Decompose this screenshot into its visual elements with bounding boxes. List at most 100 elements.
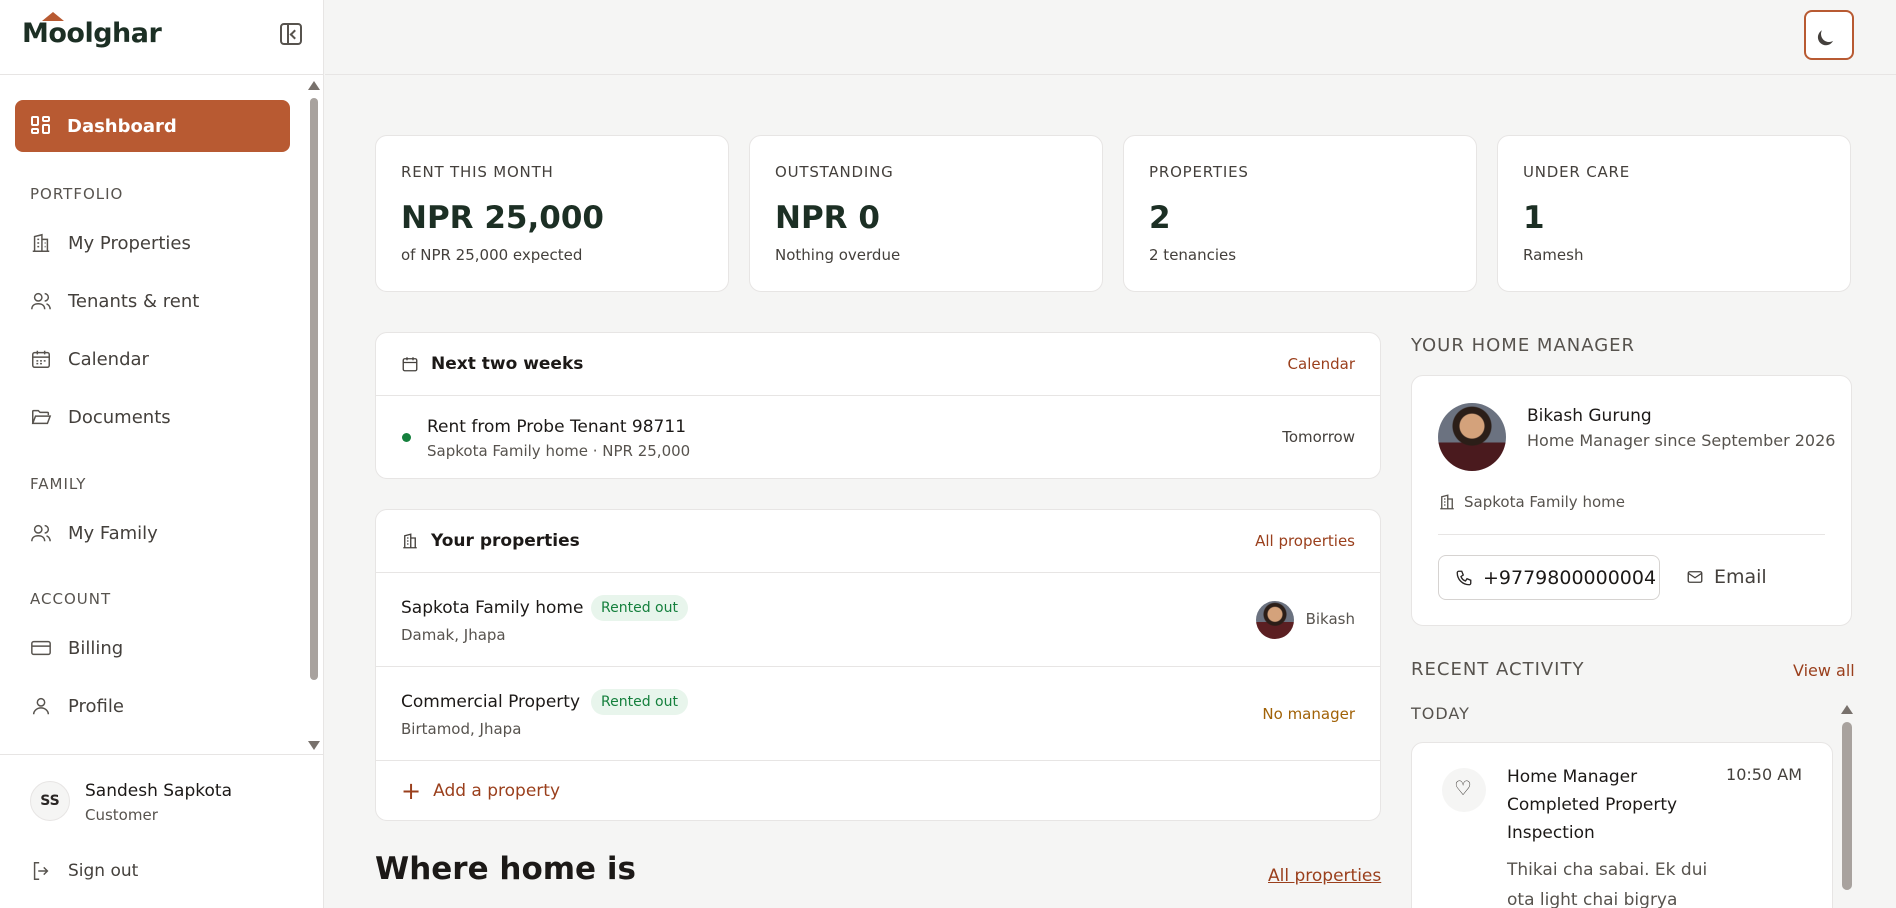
stat-card-rent: RENT THIS MONTH NPR 25,000 of NPR 25,000… bbox=[375, 135, 729, 292]
phone-number: +9779800000004 bbox=[1483, 566, 1657, 589]
sidebar-item-label: Documents bbox=[68, 406, 171, 428]
plus-icon: + bbox=[401, 777, 422, 805]
app-logo[interactable]: Moolghar bbox=[22, 12, 162, 49]
sidebar-item-documents[interactable]: Documents bbox=[30, 402, 171, 432]
sidebar-item-dashboard[interactable]: Dashboard bbox=[15, 100, 290, 152]
building-icon bbox=[403, 533, 417, 549]
user-box: SS Sandesh Sapkota Customer Sign out bbox=[0, 754, 323, 908]
add-property-button[interactable]: + Add a property bbox=[401, 778, 560, 804]
logo-bar: Moolghar bbox=[0, 0, 323, 75]
sidebar-scrollbar[interactable] bbox=[310, 98, 318, 680]
activity-body: Thikai cha sabai. Ek dui ota light chai … bbox=[1507, 855, 1707, 908]
stat-sub: Ramesh bbox=[1523, 246, 1584, 264]
all-properties-link[interactable]: All properties bbox=[1255, 532, 1355, 550]
user-icon bbox=[32, 697, 50, 715]
manager-since: Home Manager since September 2026 bbox=[1527, 431, 1836, 450]
folder-icon bbox=[31, 409, 52, 425]
activity-title: Home Manager Completed Property Inspecti… bbox=[1507, 763, 1677, 847]
calendar-icon bbox=[402, 357, 418, 372]
activity-scrollbar[interactable] bbox=[1842, 722, 1852, 890]
stat-value: NPR 0 bbox=[775, 200, 880, 236]
sign-out-label: Sign out bbox=[68, 861, 139, 881]
sidebar-item-profile[interactable]: Profile bbox=[30, 691, 124, 721]
activity-time: 10:50 AM bbox=[1726, 765, 1802, 784]
user-name: Sandesh Sapkota bbox=[85, 781, 232, 801]
properties-panel: Your properties All properties Sapkota F… bbox=[375, 509, 1381, 821]
where-home-all-properties-link[interactable]: All properties bbox=[1268, 866, 1381, 886]
properties-panel-header: Your properties All properties bbox=[376, 510, 1380, 573]
call-button[interactable]: +9779800000004 bbox=[1438, 555, 1660, 600]
activity-body-line: ota light chai bigrya bbox=[1507, 890, 1678, 908]
property-manager: No manager bbox=[1262, 705, 1355, 723]
theme-toggle-moon-icon[interactable] bbox=[1804, 10, 1854, 60]
sidebar-item-label: My Family bbox=[68, 522, 158, 544]
calendar-icon bbox=[32, 350, 50, 368]
scroll-down-arrow-icon[interactable] bbox=[308, 741, 320, 750]
activity-item[interactable]: Home Manager Completed Property Inspecti… bbox=[1411, 742, 1833, 908]
user-role: Customer bbox=[85, 806, 158, 824]
section-label-account: ACCOUNT bbox=[30, 590, 112, 608]
scroll-up-arrow-icon[interactable] bbox=[308, 81, 320, 90]
stat-value: 1 bbox=[1523, 200, 1545, 236]
email-button[interactable]: Email bbox=[1686, 566, 1767, 588]
sidebar-item-calendar[interactable]: Calendar bbox=[30, 344, 149, 374]
sidebar-item-label: My Properties bbox=[68, 232, 191, 254]
manager-name: Bikash Gurung bbox=[1527, 406, 1652, 426]
calendar-link[interactable]: Calendar bbox=[1288, 355, 1355, 373]
stat-card-properties: PROPERTIES 2 2 tenancies bbox=[1123, 135, 1477, 292]
stat-sub: of NPR 25,000 expected bbox=[401, 246, 583, 264]
building-icon bbox=[32, 233, 50, 252]
dashboard-icon bbox=[31, 116, 51, 136]
section-label-portfolio: PORTFOLIO bbox=[30, 185, 124, 203]
avatar[interactable]: SS bbox=[30, 781, 70, 821]
stat-label: UNDER CARE bbox=[1523, 163, 1631, 181]
sidebar-item-label: Profile bbox=[68, 695, 124, 717]
email-label: Email bbox=[1714, 566, 1767, 588]
recent-activity-title: RECENT ACTIVITY bbox=[1411, 659, 1585, 680]
sidebar-item-my-family[interactable]: My Family bbox=[30, 518, 158, 548]
sign-out-icon bbox=[33, 862, 49, 880]
activity-title-line: Completed Property bbox=[1507, 795, 1678, 815]
stat-label: PROPERTIES bbox=[1149, 163, 1249, 181]
credit-card-icon bbox=[31, 640, 51, 656]
scroll-up-arrow-icon[interactable] bbox=[1841, 705, 1853, 714]
logo-roof-icon bbox=[42, 12, 64, 21]
status-badge: Rented out bbox=[591, 689, 688, 715]
manager-property: Sapkota Family home bbox=[1464, 493, 1625, 511]
upcoming-panel: Next two weeks Calendar Rent from Probe … bbox=[375, 332, 1381, 479]
stat-card-outstanding: OUTSTANDING NPR 0 Nothing overdue bbox=[749, 135, 1103, 292]
sidebar-item-label: Calendar bbox=[68, 348, 149, 370]
top-bar bbox=[325, 0, 1896, 75]
view-all-link[interactable]: View all bbox=[1793, 661, 1855, 680]
section-label-family: FAMILY bbox=[30, 475, 87, 493]
sign-out-button[interactable]: Sign out bbox=[30, 857, 138, 885]
sidebar-item-my-properties[interactable]: My Properties bbox=[30, 228, 191, 258]
sidebar-item-label: Tenants & rent bbox=[68, 290, 200, 312]
activity-title-line: Inspection bbox=[1507, 823, 1595, 843]
property-location: Damak, Jhapa bbox=[401, 626, 506, 644]
stat-sub: Nothing overdue bbox=[775, 246, 901, 264]
sidebar-item-label: Dashboard bbox=[67, 115, 177, 137]
upcoming-item-sub: Sapkota Family home · NPR 25,000 bbox=[427, 442, 691, 460]
where-home-heading: Where home is bbox=[375, 851, 636, 887]
building-icon bbox=[1440, 494, 1454, 510]
stat-label: OUTSTANDING bbox=[775, 163, 894, 181]
upcoming-item-when: Tomorrow bbox=[1282, 428, 1355, 446]
stat-card-under-care: UNDER CARE 1 Ramesh bbox=[1497, 135, 1851, 292]
property-name: Commercial Property bbox=[401, 692, 581, 712]
upcoming-title: Next two weeks bbox=[431, 354, 584, 374]
phone-icon bbox=[1456, 570, 1472, 586]
stat-value: 2 bbox=[1149, 200, 1171, 236]
sidebar-item-billing[interactable]: Billing bbox=[30, 633, 123, 663]
upcoming-item-title: Rent from Probe Tenant 98711 bbox=[427, 417, 687, 437]
mail-icon bbox=[1687, 571, 1703, 583]
property-name: Sapkota Family home bbox=[401, 598, 584, 618]
property-manager: Bikash bbox=[1305, 610, 1355, 628]
sidebar: Moolghar Dashboard PORTFOLIO My Properti… bbox=[0, 0, 324, 908]
divider bbox=[376, 760, 1380, 761]
collapse-sidebar-icon[interactable] bbox=[280, 23, 302, 45]
users-icon bbox=[31, 292, 51, 310]
sidebar-item-tenants[interactable]: Tenants & rent bbox=[30, 286, 199, 316]
add-property-label: Add a property bbox=[433, 781, 561, 801]
users-icon bbox=[31, 524, 51, 542]
